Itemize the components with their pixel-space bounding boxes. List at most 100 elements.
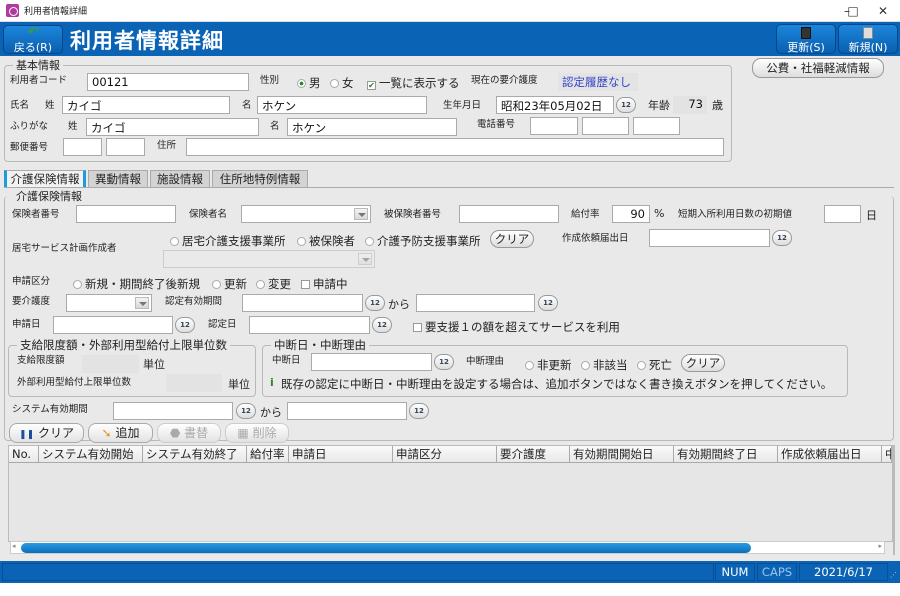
horizontal-scrollbar[interactable]: ◂ ▸: [10, 541, 885, 554]
application-renew-radio[interactable]: 更新: [212, 276, 247, 292]
suspension-legend: 中断日・中断理由: [274, 338, 366, 352]
apply-date-input[interactable]: [53, 316, 173, 334]
cert-period-from-input[interactable]: [242, 294, 363, 312]
care-level-label: 要介護度: [12, 296, 51, 307]
column-header-system-start[interactable]: システム有効開始: [39, 446, 143, 463]
clear-button[interactable]: ❚❚ クリア: [9, 423, 84, 443]
short-stay-days-input[interactable]: [824, 205, 861, 223]
column-header-benefit-rate[interactable]: 給付率: [247, 446, 289, 463]
column-header-system-end[interactable]: システム有効終了: [143, 446, 247, 463]
insured-number-input[interactable]: [459, 205, 559, 223]
calendar-icon[interactable]: 12: [236, 403, 256, 419]
close-button[interactable]: ✕: [866, 0, 900, 22]
column-header-valid-start[interactable]: 有効期間開始日: [570, 446, 674, 463]
exceed-support-checkbox[interactable]: 要支援１の額を超えてサービスを利用: [413, 319, 620, 335]
scrollbar-thumb[interactable]: [21, 543, 751, 553]
column-header-request-date[interactable]: 作成依頼届出日: [778, 446, 882, 463]
chevron-down-icon: [135, 297, 149, 309]
current-care-level-value: 認定履歴なし: [558, 73, 638, 91]
column-header-valid-end[interactable]: 有効期間終了日: [674, 446, 778, 463]
phone-input-1[interactable]: [530, 117, 578, 135]
suspension-date-input[interactable]: [311, 353, 432, 371]
care-plan-option-prevention[interactable]: 介護予防支援事業所: [365, 233, 481, 249]
back-button[interactable]: ↶ 戻る(R): [3, 25, 63, 54]
calendar-icon[interactable]: 12: [616, 97, 636, 113]
last-name-input[interactable]: カイゴ: [62, 96, 230, 114]
phone-label: 電話番号: [477, 119, 516, 130]
care-level-select[interactable]: [66, 294, 152, 312]
update-button[interactable]: 更新(S): [776, 24, 836, 54]
certification-table: No. システム有効開始 システム有効終了 給付率 申請日 申請区分 要介護度 …: [8, 445, 893, 542]
care-plan-option-office[interactable]: 居宅介護支援事業所: [170, 233, 286, 249]
care-plan-office-select[interactable]: [163, 250, 375, 268]
first-name-input[interactable]: ホケン: [257, 96, 427, 114]
resize-grip-icon[interactable]: ⋰: [890, 571, 897, 579]
calendar-icon[interactable]: 12: [409, 403, 429, 419]
reason-not-applicable-radio[interactable]: 非該当: [581, 357, 628, 373]
gender-female-label: 女: [342, 76, 354, 90]
window-titlebar: 利用者情報詳細 – □ ✕: [0, 0, 900, 22]
replace-button[interactable]: ⬣ 書替: [157, 423, 221, 443]
limit-label: 支給限度額: [17, 355, 65, 366]
calendar-icon[interactable]: 12: [538, 295, 558, 311]
suspension-reason-label: 中断理由: [466, 356, 505, 367]
calendar-icon[interactable]: 12: [365, 295, 385, 311]
tab-address-exception[interactable]: 住所地特例情報: [212, 170, 308, 188]
care-plan-creator-label: 居宅サービス計画作成者: [12, 243, 117, 254]
scroll-right-icon[interactable]: ▸: [878, 542, 882, 550]
reason-non-renewal-radio[interactable]: 非更新: [525, 357, 572, 373]
column-header-suspension[interactable]: 中: [882, 446, 892, 463]
column-header-care-level[interactable]: 要介護度: [497, 446, 570, 463]
benefit-limit-legend: 支給限度額・外部利用型給付上限単位数: [20, 338, 227, 352]
column-header-apply-date[interactable]: 申請日: [289, 446, 393, 463]
public-expense-button[interactable]: 公費・社福軽減情報: [752, 58, 884, 78]
phone-input-3[interactable]: [633, 117, 680, 135]
gender-female-radio[interactable]: 女: [330, 75, 354, 91]
birth-date-input[interactable]: 昭和23年05月02日: [496, 96, 614, 114]
calendar-icon[interactable]: 12: [772, 230, 792, 246]
tab-transfer[interactable]: 異動情報: [88, 170, 148, 188]
tab-care-insurance[interactable]: 介護保険情報: [4, 170, 86, 188]
external-limit-value: [166, 374, 222, 392]
cert-date-input[interactable]: [249, 316, 370, 334]
care-plan-clear-button[interactable]: クリア: [490, 230, 534, 248]
column-header-application-type[interactable]: 申請区分: [393, 446, 497, 463]
postal-code-input-1[interactable]: [63, 138, 102, 156]
calendar-icon[interactable]: 12: [372, 317, 392, 333]
request-date-input[interactable]: [649, 229, 770, 247]
new-button[interactable]: 新規(N): [838, 24, 898, 54]
postal-code-input-2[interactable]: [106, 138, 145, 156]
delete-button[interactable]: ▦ 削除: [225, 423, 289, 443]
cert-period-to-input[interactable]: [416, 294, 535, 312]
add-button[interactable]: ➘ 追加: [88, 423, 153, 443]
cert-period-from-label: から: [388, 298, 410, 311]
furigana-first-input[interactable]: ホケン: [287, 118, 457, 136]
phone-input-2[interactable]: [582, 117, 629, 135]
maximize-button[interactable]: □: [836, 0, 870, 22]
suspension-clear-button[interactable]: クリア: [681, 354, 725, 372]
care-plan-option-insured[interactable]: 被保険者: [297, 233, 355, 249]
user-code-input[interactable]: 00121: [87, 73, 249, 91]
calendar-icon[interactable]: 12: [175, 317, 195, 333]
insurer-number-label: 保険者番号: [12, 209, 60, 220]
calendar-icon[interactable]: 12: [434, 354, 454, 370]
postal-code-label: 郵便番号: [10, 142, 49, 153]
cert-period-label: 認定有効期間: [165, 296, 223, 307]
system-period-from-label: から: [260, 406, 282, 419]
furigana-last-input[interactable]: カイゴ: [86, 118, 259, 136]
applying-checkbox[interactable]: 申請中: [301, 276, 348, 292]
scroll-left-icon[interactable]: ◂: [12, 542, 16, 550]
benefit-rate-input[interactable]: 90: [612, 205, 650, 223]
system-period-to-input[interactable]: [287, 402, 407, 420]
reason-death-radio[interactable]: 死亡: [637, 357, 672, 373]
insurer-number-input[interactable]: [76, 205, 176, 223]
show-in-list-checkbox[interactable]: ✔ 一覧に表示する: [367, 75, 460, 91]
application-change-radio[interactable]: 変更: [256, 276, 291, 292]
tab-facility[interactable]: 施設情報: [150, 170, 210, 188]
column-header-no[interactable]: No.: [9, 446, 39, 463]
address-input[interactable]: [186, 138, 724, 156]
application-new-radio[interactable]: 新規・期間終了後新規: [73, 276, 200, 292]
system-period-from-input[interactable]: [113, 402, 233, 420]
insurer-name-select[interactable]: [241, 205, 371, 223]
gender-male-radio[interactable]: 男: [297, 75, 321, 91]
